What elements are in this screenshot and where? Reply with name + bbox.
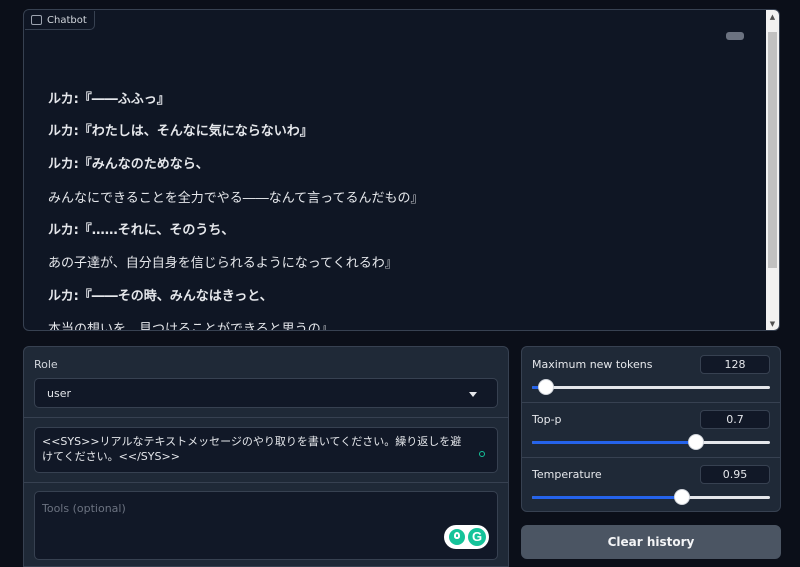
slider-thumb[interactable] [673,489,690,505]
chevron-down-icon [469,392,477,397]
scroll-thumb[interactable] [768,32,777,268]
message: ルカ:『みんなのためなら、 [48,157,209,172]
role-label: Role [34,358,58,371]
slider-track[interactable] [532,489,770,505]
slider-temperature: Temperature 0.95 [522,457,780,511]
slider-thumb[interactable] [538,379,555,395]
chatbot-panel: Chatbot ルカ:『――ふふっ』 ルカ:『わたしは、そんなに気にならないわ』… [23,9,780,331]
input-panel: Role user <<SYS>>リアルなテキストメッセージのやり取りを書いてく… [23,346,509,567]
message: あの子達が、自分自身を信じられるようになってくれるわ』 [48,256,398,271]
tools-input[interactable] [42,500,422,516]
message: ルカ:『……それに、そのうち、 [48,223,235,238]
chat-scrollbar[interactable]: ▲ ▼ [766,10,779,330]
message: ルカ:『――ふふっ』 [48,92,170,107]
tools-field[interactable]: G [34,491,498,560]
generation-settings-panel: Maximum new tokens 128 Top-p 0.7 Tempera… [521,346,781,512]
lightbulb-icon[interactable] [449,529,465,545]
slider-fill [532,496,682,499]
slider-track[interactable] [532,379,770,395]
grammarly-widget[interactable]: G [444,525,489,549]
role-dropdown[interactable]: user [34,378,498,408]
divider [24,417,508,418]
slider-thumb[interactable] [688,434,705,450]
slider-number-input[interactable]: 0.7 [700,410,770,429]
divider [24,482,508,483]
system-prompt-textarea[interactable]: <<SYS>>リアルなテキストメッセージのやり取りを書いてください。繰り返しを避… [34,427,498,473]
chatbot-label-text: Chatbot [47,14,87,26]
message: 本当の想いを、見つけることができると思うの』 [48,322,334,331]
slider-label: Maximum new tokens [532,358,653,371]
slider-number-input[interactable]: 0.95 [700,465,770,484]
slider-number-input[interactable]: 128 [700,355,770,374]
grammarly-icon[interactable]: G [468,528,486,546]
chatbot-label: Chatbot [25,11,95,30]
slider-top-p: Top-p 0.7 [522,402,780,457]
chat-icon [31,15,42,25]
message: みんなにできることを全力でやる――なんて言ってるんだもの』 [48,191,424,206]
system-prompt-text: <<SYS>>リアルなテキストメッセージのやり取りを書いてください。繰り返しを避… [42,435,462,463]
message: ルカ:『わたしは、そんなに気にならないわ』 [48,124,313,139]
scroll-up-icon[interactable]: ▲ [766,11,779,23]
slider-fill [532,441,697,444]
message: ルカ:『――その時、みんなはきっと、 [48,289,273,304]
slider-label: Temperature [532,468,602,481]
role-dropdown-value: user [47,387,71,400]
slider-max-new-tokens: Maximum new tokens 128 [522,347,780,402]
clear-history-button[interactable]: Clear history [521,525,781,559]
slider-label: Top-p [532,413,562,426]
slider-track[interactable] [532,434,770,450]
copy-button[interactable] [726,32,744,40]
grammarly-status-icon[interactable] [479,451,485,457]
scroll-down-icon[interactable]: ▼ [766,318,779,330]
